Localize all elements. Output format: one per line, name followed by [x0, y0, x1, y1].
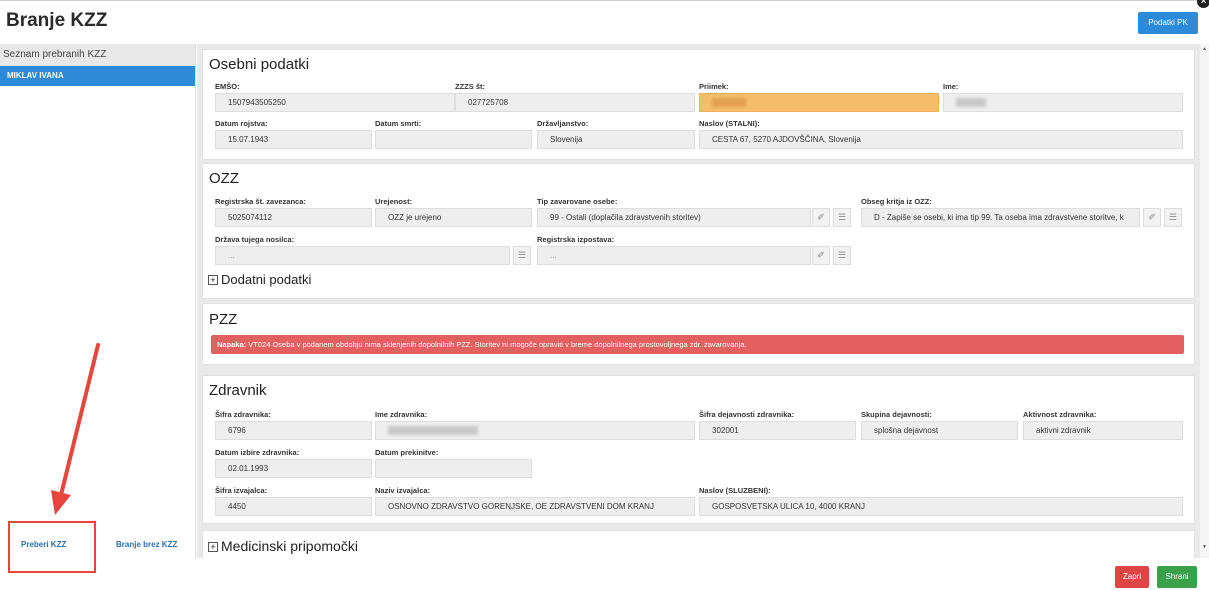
tip-osebe-label: Tip zavarovane osebe: [537, 197, 618, 206]
medicinski-panel: + Medicinski pripomočki [202, 530, 1195, 558]
naslov-stalni-field[interactable]: CESTA 67, 5270 AJDOVŠČINA, Slovenija [699, 130, 1183, 149]
datum-rojstva-field[interactable]: 15.07.1943 [215, 130, 372, 149]
aktivnost-field[interactable]: aktivni zdravnik [1023, 421, 1183, 440]
zzzs-label: ZZZS št: [455, 82, 485, 91]
redacted-doctor-name [388, 426, 478, 436]
error-label: Napaka: [217, 340, 247, 349]
redacted-name [956, 98, 986, 108]
reg-st-field[interactable]: 5025074112 [215, 208, 372, 227]
sifra-izvajalca-field[interactable]: 4450 [215, 497, 372, 516]
zdravnik-title: Zdravnik [209, 382, 267, 399]
eraser-icon[interactable]: ✐ [1143, 208, 1161, 227]
list-icon[interactable]: ☰ [513, 246, 531, 265]
plus-icon: + [208, 275, 218, 285]
pzz-error-alert: Napaka: VT024 Oseba v podanem obdobju ni… [211, 335, 1184, 354]
ozz-title: OZZ [209, 170, 239, 187]
emso-label: EMŠO: [215, 82, 240, 91]
sifra-dejavnosti-field[interactable]: 302001 [699, 421, 856, 440]
eraser-icon[interactable]: ✐ [812, 208, 830, 227]
obseg-kritja-label: Obseg kritja iz OZZ: [861, 197, 932, 206]
drzava-nosilca-label: Država tujega nosilca: [215, 235, 295, 244]
ime-zdravnika-label: Ime zdravnika: [375, 410, 428, 419]
medicinski-pripomocki-label: Medicinski pripomočki [221, 538, 358, 554]
ime-field[interactable] [943, 93, 1183, 112]
ozz-panel: OZZ Registrska št. zavezanca: 5025074112… [202, 163, 1195, 299]
sifra-zdravnika-label: Šifra zdravnika: [215, 410, 271, 419]
sifra-dejavnosti-label: Šifra dejavnosti zdravnika: [699, 410, 795, 419]
osebni-podatki-panel: Osebni podatki EMŠO: 1507943505250 ZZZS … [202, 49, 1195, 160]
priimek-label: Priimek: [699, 82, 729, 91]
dodatni-podatki-expander[interactable]: + Dodatni podatki [208, 272, 311, 287]
aktivnost-label: Aktivnost zdravnika: [1023, 410, 1097, 419]
reg-st-label: Registrska št. zavezanca: [215, 197, 306, 206]
ime-zdravnika-field[interactable] [375, 421, 695, 440]
list-icon[interactable]: ☰ [833, 208, 851, 227]
error-message: VT024 Oseba v podanem obdobju nima sklen… [246, 340, 747, 349]
scroll-up-icon[interactable]: ▲ [1202, 46, 1207, 52]
datum-prekinitve-label: Datum prekinitve: [375, 448, 439, 457]
emso-field[interactable]: 1507943505250 [215, 93, 455, 112]
skupina-dejavnosti-label: Skupina dejavnosti: [861, 410, 932, 419]
skupina-dejavnosti-field[interactable]: splošna dejavnost [861, 421, 1018, 440]
eraser-icon[interactable]: ✐ [812, 246, 830, 265]
redacted-surname [712, 98, 746, 108]
main-scrollbar[interactable] [1200, 44, 1209, 558]
podatki-pk-button[interactable]: Podatki PK [1138, 12, 1198, 34]
obseg-kritja-field[interactable]: D - Zapiše se osebi, ki ima tip 99. Ta o… [861, 208, 1140, 227]
pzz-title: PZZ [209, 311, 238, 328]
sifra-izvajalca-label: Šifra izvajalca: [215, 486, 268, 495]
datum-rojstva-label: Datum rojstva: [215, 119, 268, 128]
zapri-button[interactable]: Zapri [1115, 566, 1149, 588]
shrani-button[interactable]: Shrani [1157, 566, 1197, 588]
scroll-down-icon[interactable]: ▼ [1202, 544, 1207, 550]
close-icon[interactable]: × [1197, 0, 1209, 8]
zdravnik-panel: Zdravnik Šifra zdravnika: 6796 Ime zdrav… [202, 375, 1195, 524]
ime-label: Ime: [943, 82, 959, 91]
main-content: Osebni podatki EMŠO: 1507943505250 ZZZS … [197, 44, 1200, 558]
osebni-podatki-title: Osebni podatki [209, 56, 310, 73]
zzzs-field[interactable]: 027725708 [455, 93, 695, 112]
drzava-nosilca-field[interactable]: ... [215, 246, 510, 265]
naziv-izvajalca-field[interactable]: OSNOVNO ZDRAVSTVO GORENJSKE, OE ZDRAVSTV… [375, 497, 695, 516]
naslov-sluzbeni-label: Naslov (SLUZBENI): [699, 486, 771, 495]
datum-izbire-label: Datum izbire zdravnika: [215, 448, 300, 457]
sifra-zdravnika-field[interactable]: 6796 [215, 421, 372, 440]
datum-smrti-field[interactable] [375, 130, 532, 149]
tip-osebe-field[interactable]: 99 - Ostali (doplačila zdravstvenih stor… [537, 208, 811, 227]
drzavljanstvo-label: Državljanstvo: [537, 119, 589, 128]
datum-izbire-field[interactable]: 02.01.1993 [215, 459, 372, 478]
dodatni-podatki-label: Dodatni podatki [221, 272, 312, 287]
urejenost-field[interactable]: OZZ je urejeno [375, 208, 532, 227]
pzz-panel: PZZ Napaka: VT024 Oseba v podanem obdobj… [202, 303, 1195, 365]
naslov-stalni-label: Naslov (STALNI): [699, 119, 760, 128]
naziv-izvajalca-label: Naziv izvajalca: [375, 486, 431, 495]
list-icon[interactable]: ☰ [833, 246, 851, 265]
plus-icon: + [208, 542, 218, 552]
list-icon[interactable]: ☰ [1164, 208, 1182, 227]
datum-prekinitve-field[interactable] [375, 459, 532, 478]
izpostava-field[interactable]: ... [537, 246, 811, 265]
naslov-sluzbeni-field[interactable]: GOSPOSVETSKA ULICA 10, 4000 KRANJ [699, 497, 1183, 516]
priimek-field[interactable] [699, 93, 939, 112]
annotation-arrow [51, 343, 100, 515]
izpostava-label: Registrska izpostava: [537, 235, 615, 244]
drzavljanstvo-field[interactable]: Slovenija [537, 130, 695, 149]
medicinski-pripomocki-expander[interactable]: + Medicinski pripomočki [208, 538, 358, 554]
datum-smrti-label: Datum smrti: [375, 119, 422, 128]
urejenost-label: Urejenost: [375, 197, 413, 206]
